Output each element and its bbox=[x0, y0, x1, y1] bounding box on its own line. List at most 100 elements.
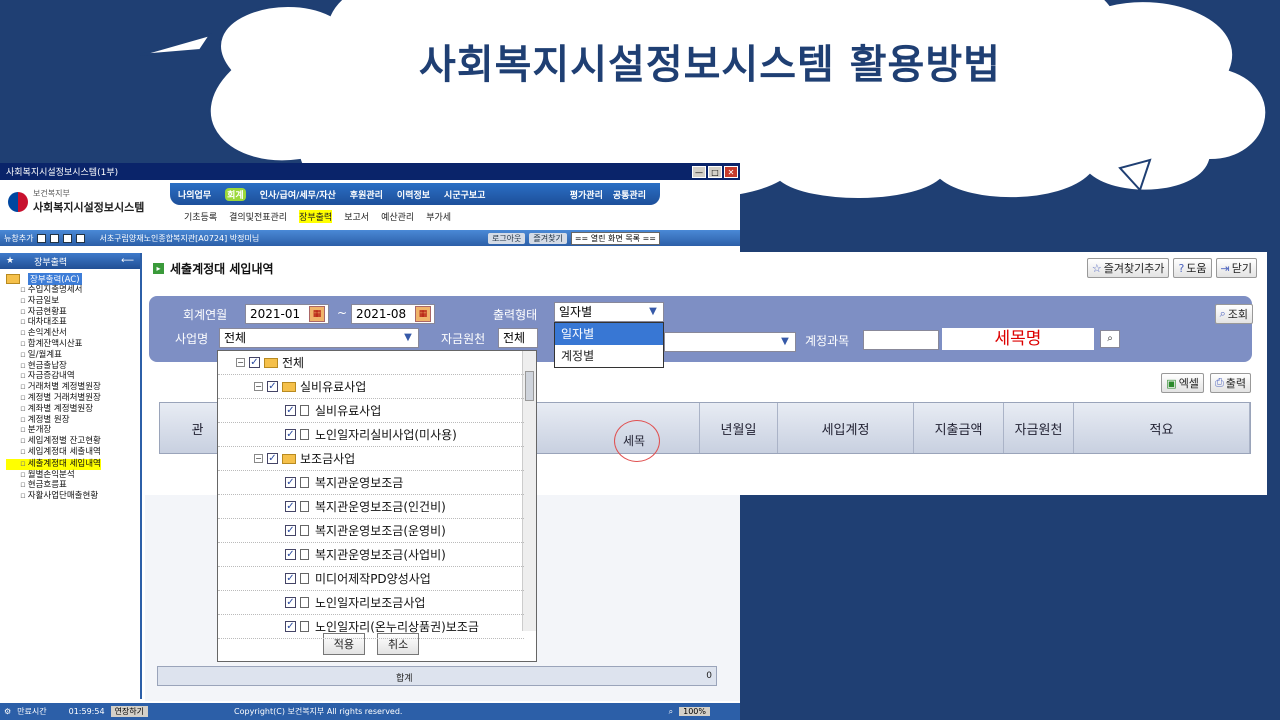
checkbox[interactable]: ✓ bbox=[285, 573, 296, 584]
account-code-input[interactable] bbox=[863, 330, 939, 350]
checkbox[interactable]: ✓ bbox=[249, 357, 260, 368]
menu-accounting[interactable]: 회계 bbox=[225, 187, 246, 201]
checkbox[interactable]: ✓ bbox=[285, 525, 296, 536]
menu-report[interactable]: 시군구보고 bbox=[444, 188, 485, 201]
chevron-down-icon[interactable]: ▼ bbox=[646, 305, 660, 319]
calendar-icon[interactable]: ▦ bbox=[309, 306, 325, 322]
tree-row[interactable]: ✓ 노인일자리보조금사업 bbox=[218, 591, 524, 615]
semok-name-input[interactable]: 세목명 bbox=[942, 328, 1094, 350]
chevron-down-icon[interactable]: ▼ bbox=[401, 331, 415, 345]
chevron-down-icon[interactable]: ▼ bbox=[778, 335, 792, 349]
zoom-select[interactable]: 100% bbox=[679, 707, 710, 716]
checkbox[interactable]: ✓ bbox=[285, 501, 296, 512]
menu-evaluation[interactable]: 평가관리 bbox=[570, 188, 603, 201]
checkbox[interactable]: ✓ bbox=[267, 381, 278, 392]
menu-hr[interactable]: 인사/급여/세무/자산 bbox=[260, 188, 336, 201]
checkbox[interactable]: ✓ bbox=[285, 549, 296, 560]
option-by-account[interactable]: 계정별 bbox=[555, 345, 663, 367]
sidebar-root[interactable]: 장부출력(AC) bbox=[28, 273, 82, 285]
excel-button[interactable]: ▣ 엑셀 bbox=[1161, 373, 1204, 393]
maximize-button[interactable]: □ bbox=[708, 165, 722, 178]
add-favorite-button[interactable]: ☆ 즐겨찾기추가 bbox=[1086, 258, 1170, 278]
sidebar-item[interactable]: 자금현황표 bbox=[6, 307, 140, 318]
checkbox[interactable]: ✓ bbox=[285, 405, 296, 416]
tree-row[interactable]: ✓ 복지관운영보조금 bbox=[218, 471, 524, 495]
window-icon[interactable] bbox=[63, 233, 73, 243]
submenu-ledger[interactable]: 장부출력 bbox=[299, 210, 333, 223]
sidebar-item[interactable]: 현금흐름표 bbox=[6, 480, 140, 491]
submenu-vat[interactable]: 부가세 bbox=[426, 210, 451, 223]
collapse-icon[interactable]: − bbox=[254, 382, 263, 391]
project-select[interactable]: 전체 bbox=[219, 328, 419, 348]
sidebar-item[interactable]: 자금증감내역 bbox=[6, 371, 140, 382]
col-date[interactable]: 년월일 bbox=[700, 403, 778, 453]
checkbox[interactable]: ✓ bbox=[285, 621, 296, 632]
sidebar-item[interactable]: 계정별 거래처별원장 bbox=[6, 393, 140, 404]
col-fund[interactable]: 자금원천 bbox=[1004, 403, 1074, 453]
minimize-button[interactable]: — bbox=[692, 165, 706, 178]
checkbox[interactable]: ✓ bbox=[285, 429, 296, 440]
tree-row[interactable]: − ✓ 전체 bbox=[218, 351, 524, 375]
logout-button[interactable]: 로그아웃 bbox=[487, 232, 526, 244]
sidebar-item[interactable]: 수입지출명세서 bbox=[6, 285, 140, 296]
print-button[interactable]: ⎙ 출력 bbox=[1209, 373, 1251, 393]
tree-row[interactable]: ✓ 복지관운영보조금(인건비) bbox=[218, 495, 524, 519]
scrollbar-thumb[interactable] bbox=[525, 371, 534, 401]
close-button[interactable]: ⇥ 닫기 bbox=[1215, 258, 1257, 278]
col-expense[interactable]: 지출금액 bbox=[914, 403, 1004, 453]
cascade-icon[interactable] bbox=[50, 233, 60, 243]
menu-donation[interactable]: 후원관리 bbox=[350, 188, 383, 201]
submenu-budget[interactable]: 예산관리 bbox=[381, 210, 414, 223]
checkbox[interactable]: ✓ bbox=[285, 477, 296, 488]
close-window-button[interactable]: ✕ bbox=[724, 165, 738, 178]
sidebar-item[interactable]: 세입계정대 세출내역 bbox=[6, 447, 140, 458]
tree-row[interactable]: ✓ 미디어제작PD양성사업 bbox=[218, 567, 524, 591]
sidebar-item[interactable]: 합계잔액시산표 bbox=[6, 339, 140, 350]
col-semok[interactable]: 세목 bbox=[623, 432, 645, 449]
col-memo[interactable]: 적요 bbox=[1074, 403, 1250, 453]
tree-row[interactable]: ✓ 복지관운영보조금(사업비) bbox=[218, 543, 524, 567]
tree-row[interactable]: ✓ 노인일자리(온누리상품권)보조금 bbox=[218, 615, 524, 639]
submenu-basic[interactable]: 기초등록 bbox=[184, 210, 217, 223]
collapse-icon[interactable]: − bbox=[236, 358, 245, 367]
sidebar-item[interactable]: 분개장 bbox=[6, 425, 140, 436]
checkbox[interactable]: ✓ bbox=[267, 453, 278, 464]
extend-button[interactable]: 연장하기 bbox=[110, 706, 149, 717]
sidebar-item[interactable]: 계좌별 계정별원장 bbox=[6, 404, 140, 415]
submenu-reports[interactable]: 보고서 bbox=[344, 210, 369, 223]
lookup-icon[interactable]: ⌕ bbox=[1100, 330, 1120, 348]
tree-row[interactable]: ✓ 복지관운영보조금(운영비) bbox=[218, 519, 524, 543]
col-revenue-account[interactable]: 세입계정 bbox=[778, 403, 914, 453]
account-range-select[interactable] bbox=[664, 332, 796, 352]
sidebar-item[interactable]: 현금출납장 bbox=[6, 361, 140, 372]
tree-row[interactable]: ✓ 노인일자리실비사업(미사용) bbox=[218, 423, 524, 447]
tree-row[interactable]: ✓ 실비유료사업 bbox=[218, 399, 524, 423]
scrollbar[interactable] bbox=[522, 351, 536, 631]
sidebar-item[interactable]: 손익계산서 bbox=[6, 328, 140, 339]
option-by-date[interactable]: 일자별 bbox=[555, 323, 663, 345]
sidebar-item[interactable]: 거래처별 계정별원장 bbox=[6, 382, 140, 393]
pin-icon[interactable]: ⟵ bbox=[121, 256, 134, 266]
fund-select[interactable]: 전체 bbox=[498, 328, 538, 348]
open-screens-select[interactable]: == 열린 화면 목록 == bbox=[570, 231, 660, 245]
sidebar-item[interactable]: 자금일보 bbox=[6, 296, 140, 307]
sidebar-item[interactable]: 세출계정대 세입내역 bbox=[6, 458, 101, 470]
sidebar-item[interactable]: 일/월계표 bbox=[6, 350, 140, 361]
close-all-icon[interactable] bbox=[76, 233, 86, 243]
menu-common[interactable]: 공통관리 bbox=[613, 188, 646, 201]
calendar-icon[interactable]: ▦ bbox=[415, 306, 431, 322]
help-button[interactable]: ? 도움 bbox=[1173, 258, 1212, 278]
favorites-button[interactable]: 즐겨찾기 bbox=[529, 232, 567, 244]
search-button[interactable]: ⌕ 조회 bbox=[1214, 304, 1253, 324]
new-window-label[interactable]: 뉴창추가 bbox=[4, 233, 33, 244]
tree-row[interactable]: − ✓ 보조금사업 bbox=[218, 447, 524, 471]
collapse-icon[interactable]: − bbox=[254, 454, 263, 463]
menu-my-work[interactable]: 나의업무 bbox=[178, 188, 211, 201]
tree-row[interactable]: − ✓ 실비유료사업 bbox=[218, 375, 524, 399]
sidebar-item[interactable]: 자활사업단매출현황 bbox=[6, 491, 140, 502]
checkbox[interactable]: ✓ bbox=[285, 597, 296, 608]
sidebar-item[interactable]: 계정별 원장 bbox=[6, 415, 140, 426]
tile-icon[interactable] bbox=[37, 233, 47, 243]
sidebar-item[interactable]: 대차대조표 bbox=[6, 317, 140, 328]
submenu-voucher[interactable]: 결의및전표관리 bbox=[229, 210, 287, 223]
